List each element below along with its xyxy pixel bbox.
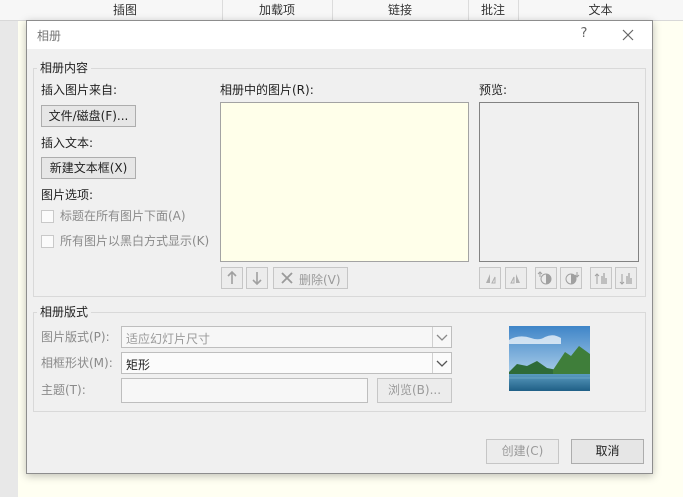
insert-from-label: 插入图片来自: — [41, 83, 118, 97]
cancel-button[interactable]: 取消 — [571, 439, 644, 464]
picture-layout-value: 适应幻灯片尺寸 — [126, 332, 211, 346]
frame-shape-value: 矩形 — [126, 358, 151, 372]
layout-preview-image — [509, 326, 590, 391]
frame-shape-label: 相框形状(M): — [41, 356, 113, 370]
pictures-in-album-list[interactable] — [220, 102, 469, 262]
delete-button[interactable]: 删除(V) — [273, 267, 348, 289]
ribbon-bar: 插图 加载项 链接 批注 文本 — [0, 0, 683, 21]
file-disk-button[interactable]: 文件/磁盘(F)... — [41, 105, 136, 127]
create-button[interactable]: 创建(C) — [486, 439, 559, 464]
picture-layout-select[interactable]: 适应幻灯片尺寸 — [121, 326, 452, 348]
delete-button-label: 删除(V) — [299, 273, 341, 287]
chevron-down-icon — [432, 353, 451, 373]
arrow-down-icon — [252, 272, 262, 286]
contrast-down-icon — [565, 272, 580, 285]
preview-label: 预览: — [479, 83, 508, 97]
rotate-right-button[interactable] — [505, 267, 527, 289]
picture-options-label: 图片选项: — [41, 188, 94, 202]
ribbon-tab-links[interactable]: 链接 — [332, 0, 469, 20]
ribbon-tab-comments[interactable]: 批注 — [468, 0, 519, 20]
preview-box — [479, 102, 639, 262]
frame-shape-select[interactable]: 矩形 — [121, 352, 452, 374]
delete-x-icon — [281, 272, 293, 284]
brightness-up-button[interactable] — [590, 267, 612, 289]
chevron-down-icon — [432, 327, 451, 347]
new-textbox-button[interactable]: 新建文本框(X) — [41, 157, 136, 179]
dialog-title: 相册 — [37, 29, 62, 43]
rotate-left-button[interactable] — [479, 267, 501, 289]
brightness-up-icon — [594, 273, 607, 284]
caption-below-label: 标题在所有图片下面(A) — [60, 209, 186, 223]
ribbon-tab-text[interactable]: 文本 — [518, 0, 683, 20]
rotate-right-icon — [510, 274, 520, 284]
move-up-button[interactable] — [221, 267, 243, 289]
dialog-titlebar: 相册 ? — [27, 21, 652, 49]
ribbon-tab-illustrations[interactable]: 插图 — [28, 0, 223, 20]
browse-button[interactable]: 浏览(B)... — [377, 378, 452, 403]
album-layout-group-label: 相册版式 — [37, 305, 92, 319]
close-icon[interactable] — [617, 25, 639, 45]
rotate-left-icon — [486, 274, 496, 284]
contrast-down-button[interactable] — [560, 267, 582, 289]
arrow-up-icon — [227, 270, 237, 284]
contrast-up-button[interactable] — [535, 267, 557, 289]
contrast-up-icon — [537, 271, 552, 285]
album-content-group-label: 相册内容 — [37, 61, 92, 75]
help-button[interactable]: ? — [575, 25, 593, 43]
document-margin — [0, 21, 18, 497]
photo-album-dialog: 相册 ? 相册内容 插入图片来自: 文件/磁盘(F)... 插入文本: 新建文本… — [26, 20, 653, 474]
move-down-button[interactable] — [246, 267, 268, 289]
picture-layout-label: 图片版式(P): — [41, 330, 110, 344]
caption-below-checkbox[interactable] — [41, 210, 54, 223]
insert-text-label: 插入文本: — [41, 136, 94, 150]
pictures-in-album-label: 相册中的图片(R): — [220, 83, 314, 97]
theme-input[interactable] — [121, 378, 368, 403]
brightness-down-icon — [619, 273, 632, 285]
theme-label: 主题(T): — [41, 383, 86, 397]
ribbon-tab-addins[interactable]: 加载项 — [222, 0, 333, 20]
black-white-checkbox[interactable] — [41, 235, 54, 248]
brightness-down-button[interactable] — [615, 267, 637, 289]
black-white-label: 所有图片以黑白方式显示(K) — [60, 234, 210, 248]
